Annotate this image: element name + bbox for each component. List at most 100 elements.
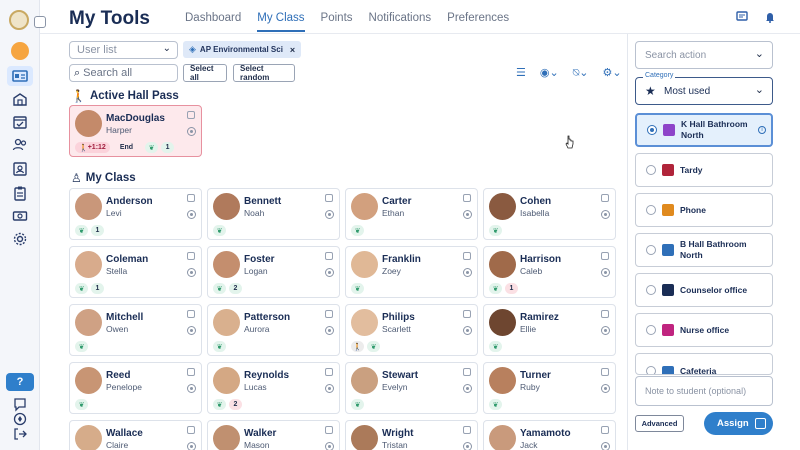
info-icon[interactable]: i	[758, 126, 766, 134]
student-card[interactable]: Reed Penelope ❦	[69, 362, 202, 414]
student-card[interactable]: Bennett Noah ❦	[207, 188, 340, 240]
category-select[interactable]: ★ Most used ⌄	[635, 77, 773, 105]
student-checkbox[interactable]	[601, 310, 609, 318]
id-card-icon[interactable]	[7, 66, 33, 86]
eye-icon[interactable]: ◉⌄	[540, 66, 559, 80]
action-option[interactable]: K Hall Bathroom North i	[635, 113, 773, 147]
profile-icon[interactable]	[463, 442, 472, 450]
school-logo-icon[interactable]	[9, 10, 29, 30]
student-card[interactable]: Mitchell Owen ❦	[69, 304, 202, 356]
student-card[interactable]: Carter Ethan ❦	[345, 188, 478, 240]
profile-icon[interactable]	[325, 442, 334, 450]
profile-icon[interactable]	[463, 384, 472, 393]
profile-icon[interactable]	[463, 210, 472, 219]
profile-icon[interactable]	[463, 268, 472, 277]
action-radio[interactable]	[647, 125, 657, 135]
user-list-select[interactable]: User list ⌄	[69, 41, 178, 59]
tab-my-class[interactable]: My Class	[257, 12, 305, 32]
student-checkbox[interactable]	[325, 252, 333, 260]
student-card[interactable]: Reynolds Lucas ❦ 2	[207, 362, 340, 414]
tab-notifications[interactable]: Notifications	[369, 12, 432, 32]
profile-icon[interactable]	[601, 210, 610, 219]
select-all-button[interactable]: Select all	[183, 64, 227, 82]
school-building-icon[interactable]	[11, 90, 29, 108]
profile-icon[interactable]	[601, 442, 610, 450]
student-card[interactable]: Ramirez Ellie ❦	[483, 304, 616, 356]
student-checkbox[interactable]	[463, 426, 471, 434]
student-card[interactable]: Cohen Isabella ❦	[483, 188, 616, 240]
assign-button[interactable]: Assign	[704, 412, 773, 435]
student-card[interactable]: WrightTristan❦	[345, 420, 478, 450]
student-card[interactable]: Harrison Caleb ❦ 1	[483, 246, 616, 298]
bell-icon[interactable]	[764, 11, 776, 23]
action-radio[interactable]	[646, 285, 656, 295]
student-card[interactable]: Coleman Stella ❦ 1	[69, 246, 202, 298]
student-card[interactable]: Philips Scarlett 🚶 ❦	[345, 304, 478, 356]
student-checkbox[interactable]	[187, 111, 195, 119]
action-radio[interactable]	[646, 205, 656, 215]
profile-icon[interactable]	[325, 326, 334, 335]
search-input[interactable]: ⌕ Search all	[69, 64, 178, 82]
student-checkbox[interactable]	[601, 368, 609, 376]
profile-icon[interactable]	[187, 268, 196, 277]
sound-off-icon[interactable]: ⍉⌄	[573, 66, 589, 80]
action-radio[interactable]	[646, 245, 656, 255]
profile-icon[interactable]	[187, 127, 196, 136]
action-option[interactable]: Cafeteria	[635, 353, 773, 375]
student-checkbox[interactable]	[325, 194, 333, 202]
student-card[interactable]: Stewart Evelyn ❦	[345, 362, 478, 414]
action-option[interactable]: Phone	[635, 193, 773, 227]
search-action-select[interactable]: Search action ⌄	[635, 41, 773, 69]
advanced-button[interactable]: Advanced	[635, 415, 684, 432]
student-card[interactable]: Patterson Aurora ❦	[207, 304, 340, 356]
contact-card-icon[interactable]	[11, 160, 29, 178]
profile-icon[interactable]	[325, 268, 334, 277]
student-card[interactable]: Franklin Zoey ❦	[345, 246, 478, 298]
tab-preferences[interactable]: Preferences	[447, 12, 509, 32]
profile-icon[interactable]	[187, 210, 196, 219]
close-icon[interactable]: ×	[290, 45, 295, 55]
profile-icon[interactable]	[187, 384, 196, 393]
action-radio[interactable]	[646, 325, 656, 335]
student-checkbox[interactable]	[325, 426, 333, 434]
logout-icon[interactable]	[11, 425, 29, 443]
profile-icon[interactable]	[601, 384, 610, 393]
profile-icon[interactable]	[463, 326, 472, 335]
profile-icon[interactable]	[601, 268, 610, 277]
student-checkbox[interactable]	[325, 368, 333, 376]
hall-pass-card[interactable]: MacDouglas Harper 🚶 +1:12 End ❦ 1	[69, 105, 202, 157]
student-card[interactable]: YamamotoJack❦	[483, 420, 616, 450]
student-checkbox[interactable]	[187, 310, 195, 318]
tab-dashboard[interactable]: Dashboard	[185, 12, 241, 32]
action-radio[interactable]	[646, 165, 656, 175]
action-option[interactable]: Tardy	[635, 153, 773, 187]
tab-points[interactable]: Points	[321, 12, 353, 32]
note-input[interactable]: Note to student (optional)	[635, 376, 773, 406]
profile-icon[interactable]	[187, 442, 196, 450]
student-card[interactable]: Foster Logan ❦ 2	[207, 246, 340, 298]
calendar-icon[interactable]	[11, 113, 29, 131]
student-checkbox[interactable]	[601, 252, 609, 260]
student-card[interactable]: Turner Ruby ❦	[483, 362, 616, 414]
users-icon[interactable]	[11, 136, 29, 154]
student-checkbox[interactable]	[601, 426, 609, 434]
help-icon[interactable]: ?	[6, 373, 34, 391]
student-checkbox[interactable]	[601, 194, 609, 202]
student-checkbox[interactable]	[463, 194, 471, 202]
profile-icon[interactable]	[325, 384, 334, 393]
end-pass-button[interactable]: End	[117, 142, 136, 153]
profile-icon[interactable]	[325, 210, 334, 219]
gear-icon[interactable]: ⚙⌄	[603, 66, 622, 80]
profile-icon[interactable]	[601, 326, 610, 335]
list-view-icon[interactable]: ☰	[516, 66, 526, 80]
student-checkbox[interactable]	[187, 426, 195, 434]
action-option[interactable]: Counselor office	[635, 273, 773, 307]
clipboard-icon[interactable]	[11, 184, 29, 202]
student-checkbox[interactable]	[463, 252, 471, 260]
student-checkbox[interactable]	[187, 368, 195, 376]
settings-gear-icon[interactable]	[11, 230, 29, 248]
chat-icon[interactable]	[736, 11, 748, 23]
select-random-button[interactable]: Select random	[233, 64, 295, 82]
student-card[interactable]: WalkerMason❦	[207, 420, 340, 450]
student-checkbox[interactable]	[463, 368, 471, 376]
